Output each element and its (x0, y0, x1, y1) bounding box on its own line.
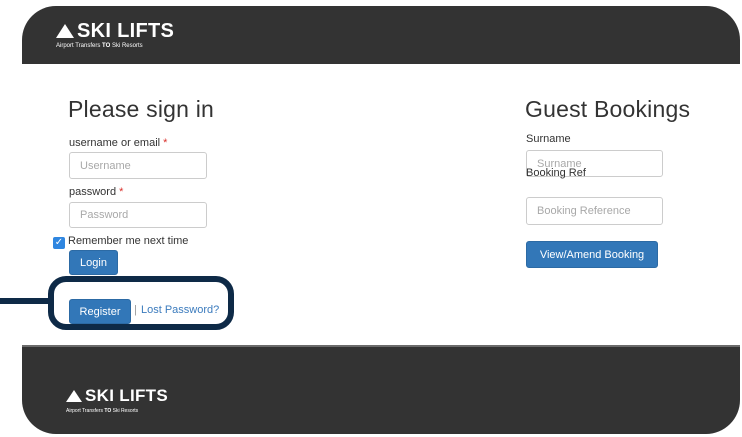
footer-bar: SKI LIFTS Airport Transfers TO Ski Resor… (22, 345, 740, 434)
brand-tagline: Airport Transfers TO Ski Resorts (66, 408, 139, 414)
username-input[interactable] (69, 152, 207, 179)
required-marker: * (163, 137, 168, 149)
remember-me-label: Remember me next time (68, 235, 189, 247)
brand-name: SKI LIFTS (85, 386, 168, 405)
brand-name: SKI LIFTS (77, 20, 175, 42)
brand-tagline: Airport Transfers TO Ski Resorts (56, 43, 143, 49)
footer-logo[interactable]: SKI LIFTS Airport Transfers TO Ski Resor… (66, 386, 168, 414)
page-frame: SKI LIFTS Airport Transfers TO Ski Resor… (22, 6, 740, 434)
mountain-icon (66, 390, 82, 402)
username-label: username or email * (69, 137, 168, 149)
booking-ref-label: Booking Ref (526, 167, 586, 179)
header-logo[interactable]: SKI LIFTS Airport Transfers TO Ski Resor… (56, 21, 174, 49)
password-input[interactable] (69, 202, 207, 228)
signin-title: Please sign in (68, 96, 214, 122)
guest-bookings-title: Guest Bookings (525, 96, 691, 122)
header-bar: SKI LIFTS Airport Transfers TO Ski Resor… (22, 6, 740, 64)
callout-pointer-line (0, 298, 50, 304)
login-button[interactable]: Login (69, 250, 118, 275)
booking-ref-input[interactable] (526, 197, 663, 225)
remember-me-checkbox[interactable]: ✓ (53, 237, 65, 249)
required-marker: * (119, 186, 124, 198)
view-amend-booking-button[interactable]: View/Amend Booking (526, 241, 658, 268)
mountain-icon (56, 24, 74, 38)
password-label: password * (69, 186, 124, 198)
surname-label: Surname (526, 133, 571, 145)
register-highlight-ring (48, 276, 234, 330)
